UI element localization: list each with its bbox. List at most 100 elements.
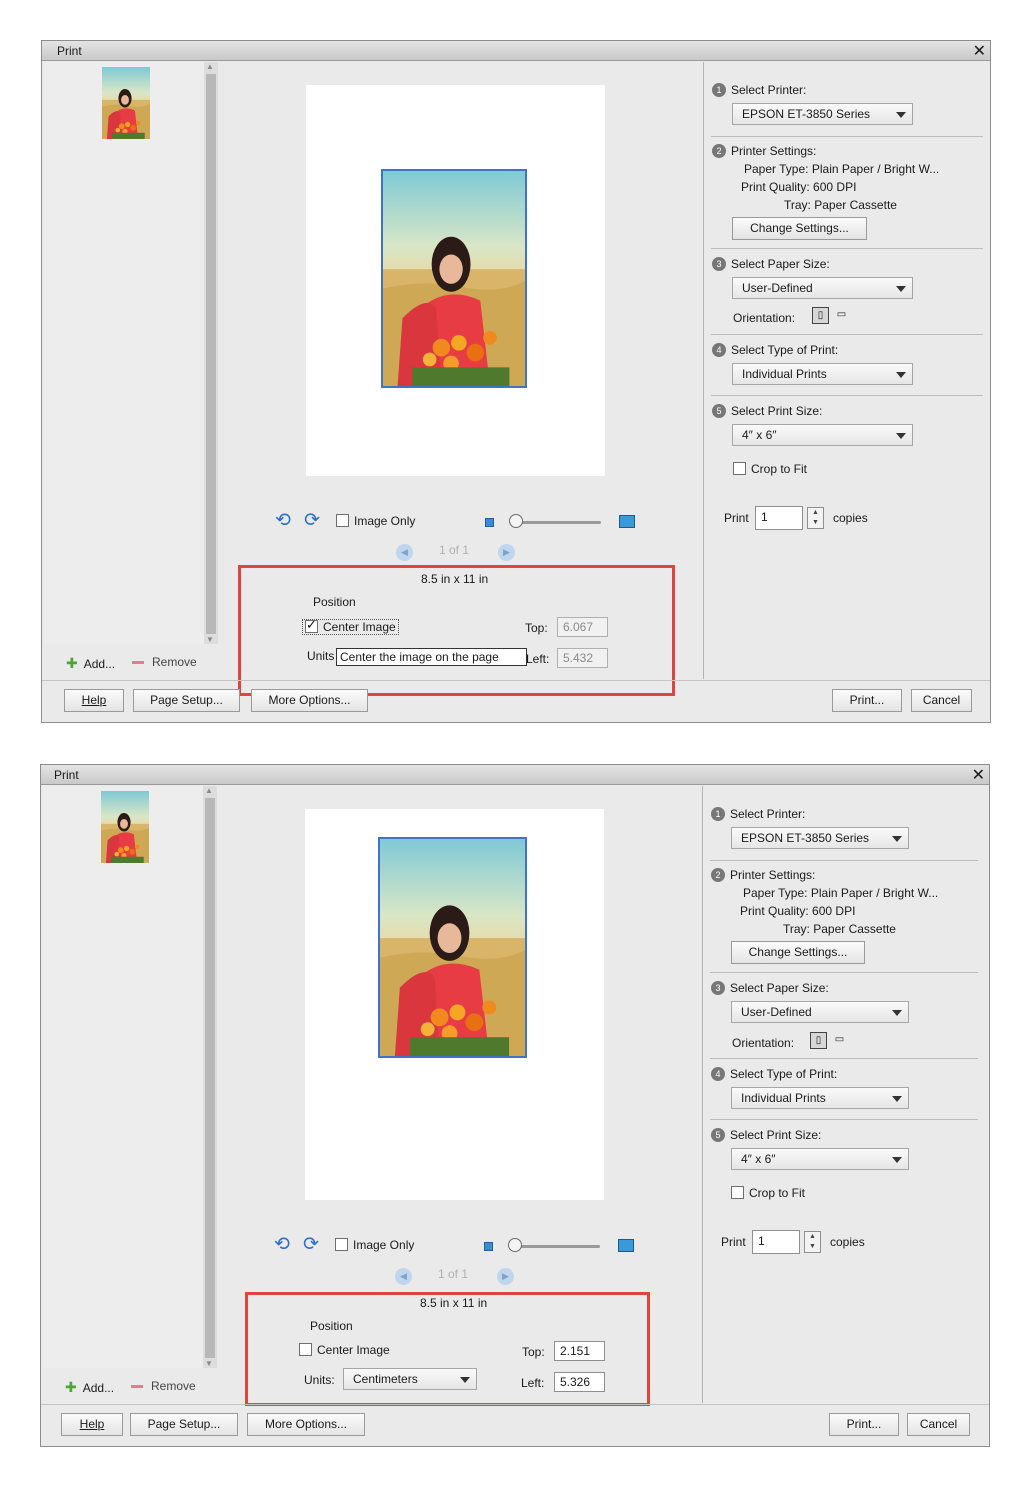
landscape-icon[interactable]: ▭ — [831, 1032, 848, 1049]
select-paper-size-label: Select Paper Size: — [731, 257, 830, 271]
crop-to-fit-box[interactable] — [733, 462, 746, 475]
scroll-up-icon[interactable]: ▲ — [206, 62, 214, 71]
print-label: Print — [721, 1235, 746, 1249]
scrollbar-track[interactable] — [206, 74, 216, 634]
top-field[interactable]: 2.151 — [554, 1341, 605, 1361]
printer-settings-heading: 2 Printer Settings: — [711, 868, 815, 882]
print-type-value: Individual Prints — [742, 367, 827, 381]
stepper-up-icon[interactable]: ▲ — [805, 1232, 820, 1242]
center-image-checkbox[interactable]: Center Image — [299, 1343, 390, 1357]
select-print-size-heading: 5 Select Print Size: — [711, 1128, 821, 1142]
photo-thumbnail[interactable] — [102, 67, 150, 139]
paper-size-select[interactable]: User-Defined — [732, 277, 913, 299]
print-type-select[interactable]: Individual Prints — [732, 363, 913, 385]
crop-to-fit-label: Crop to Fit — [751, 462, 808, 476]
photo-preview[interactable] — [378, 837, 527, 1058]
dropdown-arrow-icon — [892, 836, 902, 842]
center-image-box[interactable] — [299, 1343, 312, 1356]
printer-select[interactable]: EPSON ET-3850 Series — [732, 103, 913, 125]
help-button[interactable]: Help — [61, 1413, 123, 1436]
page-setup-button[interactable]: Page Setup... — [133, 689, 240, 712]
units-select[interactable]: Centimeters — [343, 1368, 477, 1390]
crop-to-fit-box[interactable] — [731, 1186, 744, 1199]
select-printer-heading: 1 Select Printer: — [712, 83, 806, 97]
zoom-out-icon[interactable] — [484, 1242, 493, 1251]
rotate-left-icon[interactable]: ⟲ — [275, 509, 291, 532]
copies-stepper[interactable]: ▲ ▼ — [804, 1231, 821, 1253]
landscape-icon[interactable]: ▭ — [833, 307, 850, 324]
zoom-slider-track[interactable] — [510, 1245, 600, 1248]
top-field[interactable]: 6.067 — [557, 617, 608, 637]
scrollbar-track[interactable] — [205, 798, 215, 1358]
scroll-up-icon[interactable]: ▲ — [205, 786, 213, 795]
image-only-box[interactable] — [336, 514, 349, 527]
help-button[interactable]: Help — [64, 689, 124, 712]
add-button[interactable]: ✚ Add... — [66, 655, 115, 672]
stepper-down-icon[interactable]: ▼ — [808, 518, 823, 528]
thumbnail-scrollbar[interactable]: ▲ ▼ — [204, 62, 218, 644]
close-icon[interactable]: ✕ — [973, 41, 986, 61]
print-button[interactable]: Print... — [829, 1413, 899, 1436]
thumbnail-scrollbar[interactable]: ▲ ▼ — [203, 786, 217, 1368]
zoom-slider-track[interactable] — [511, 521, 601, 524]
change-settings-button[interactable]: Change Settings... — [732, 217, 867, 240]
print-button[interactable]: Print... — [832, 689, 902, 712]
more-options-button[interactable]: More Options... — [251, 689, 368, 712]
printer-settings-label: Printer Settings: — [731, 144, 817, 158]
rotate-right-icon[interactable]: ⟳ — [304, 509, 320, 532]
page-setup-button[interactable]: Page Setup... — [130, 1413, 238, 1436]
zoom-in-icon[interactable] — [618, 1239, 634, 1252]
remove-button[interactable]: Remove — [132, 655, 197, 669]
rotate-right-icon[interactable]: ⟳ — [303, 1233, 319, 1256]
prev-page-icon[interactable]: ◀ — [396, 544, 413, 561]
select-paper-size-heading: 3 Select Paper Size: — [712, 257, 830, 271]
photo-preview[interactable] — [381, 169, 527, 388]
zoom-out-icon[interactable] — [485, 518, 494, 527]
scroll-down-icon[interactable]: ▼ — [205, 1359, 213, 1368]
image-only-box[interactable] — [335, 1238, 348, 1251]
cancel-button[interactable]: Cancel — [911, 689, 972, 712]
portrait-icon[interactable]: ▯ — [810, 1032, 827, 1049]
close-icon[interactable]: ✕ — [972, 765, 985, 785]
zoom-slider-handle[interactable] — [508, 1238, 522, 1252]
remove-button[interactable]: Remove — [131, 1379, 196, 1393]
prev-page-icon[interactable]: ◀ — [395, 1268, 412, 1285]
image-only-label: Image Only — [353, 1238, 415, 1252]
crop-to-fit-checkbox[interactable]: Crop to Fit — [731, 1186, 805, 1200]
position-heading: Position — [310, 1319, 353, 1333]
print-size-select[interactable]: 4″ x 6″ — [732, 424, 913, 446]
more-options-button[interactable]: More Options... — [247, 1413, 365, 1436]
next-page-icon[interactable]: ▶ — [497, 1268, 514, 1285]
stepper-down-icon[interactable]: ▼ — [805, 1242, 820, 1252]
zoom-slider-handle[interactable] — [509, 514, 523, 528]
copies-input[interactable]: 1 — [752, 1230, 800, 1254]
portrait-icon[interactable]: ▯ — [812, 307, 829, 324]
center-image-box[interactable] — [305, 617, 318, 633]
cancel-button[interactable]: Cancel — [907, 1413, 970, 1436]
left-field[interactable]: 5.326 — [554, 1372, 605, 1392]
add-button[interactable]: ✚ Add... — [65, 1379, 114, 1396]
photo-thumbnail[interactable] — [101, 791, 149, 863]
copies-stepper[interactable]: ▲ ▼ — [807, 507, 824, 529]
print-type-select[interactable]: Individual Prints — [731, 1087, 909, 1109]
add-icon: ✚ — [65, 1379, 77, 1395]
scroll-down-icon[interactable]: ▼ — [206, 635, 214, 644]
printer-select[interactable]: EPSON ET-3850 Series — [731, 827, 909, 849]
change-settings-button[interactable]: Change Settings... — [731, 941, 865, 964]
copies-input[interactable]: 1 — [755, 506, 803, 530]
left-field[interactable]: 5.432 — [557, 648, 608, 668]
paper-size-select[interactable]: User-Defined — [731, 1001, 909, 1023]
add-label: Add... — [83, 657, 116, 671]
stepper-up-icon[interactable]: ▲ — [808, 508, 823, 518]
crop-to-fit-checkbox[interactable]: Crop to Fit — [733, 462, 807, 476]
image-only-checkbox[interactable]: Image Only — [336, 514, 415, 528]
left-label: Left: — [521, 1376, 545, 1390]
print-size-select[interactable]: 4″ x 6″ — [731, 1148, 909, 1170]
center-image-checkbox[interactable]: Center Image — [302, 617, 399, 635]
remove-label: Remove — [152, 655, 197, 669]
rotate-left-icon[interactable]: ⟲ — [274, 1233, 290, 1256]
units-value: Centimeters — [353, 1372, 418, 1386]
image-only-checkbox[interactable]: Image Only — [335, 1238, 414, 1252]
next-page-icon[interactable]: ▶ — [498, 544, 515, 561]
zoom-in-icon[interactable] — [619, 515, 635, 528]
